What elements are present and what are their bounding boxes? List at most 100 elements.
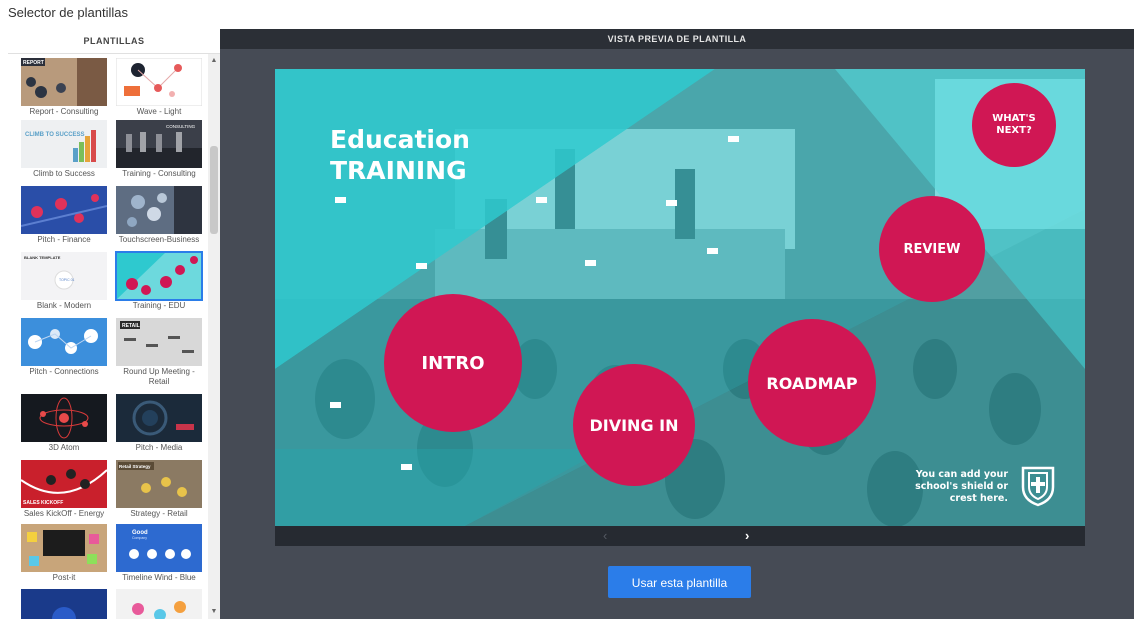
template-label: Round Up Meeting - Retail <box>123 367 195 386</box>
shield-icon <box>1021 466 1055 507</box>
template-thumbnail: SALES KICKOFF <box>21 460 107 508</box>
template-thumbnail: CONSULTING <box>116 120 202 168</box>
thumb-text: Company <box>132 536 147 540</box>
template-thumbnail: REPORT <box>21 58 107 106</box>
next-slide-icon[interactable]: › <box>745 528 749 544</box>
template-label: Training - Consulting <box>122 169 196 178</box>
template-thumbnail: BLANK TEMPLATE TOPIC 01 <box>21 252 107 300</box>
template-thumbnail <box>116 589 202 619</box>
template-label: Sales KickOff - Energy <box>23 509 105 518</box>
scrollbar-thumb[interactable] <box>210 146 218 234</box>
window-title: Selector de plantillas <box>8 5 128 20</box>
thumb-text: CONSULTING <box>166 124 196 129</box>
slide-marker <box>416 263 427 269</box>
shield-caption-line1: You can add your <box>915 469 1008 480</box>
template-timeline-wind-blue[interactable]: Good Company Timeline Wind - Blue <box>116 524 202 583</box>
template-strategy-retail[interactable]: Retail Strategy Strategy - Retail <box>116 460 202 519</box>
slide-title-line2: TRAINING <box>330 156 467 185</box>
template-partial-1[interactable] <box>21 589 107 619</box>
slide-title-line1: Education <box>330 125 470 154</box>
template-round-up-meeting-retail[interactable]: RETAIL Round Up Meeting - Retail <box>116 318 202 387</box>
slide-preview: Education TRAINING INTRO DIVING IN ROADM… <box>275 69 1085 526</box>
template-training-edu[interactable]: Training - EDU <box>115 251 203 311</box>
slide-marker <box>666 200 677 206</box>
whats-next-line1: WHAT'S <box>992 113 1036 124</box>
preview-header: VISTA PREVIA DE PLANTILLA <box>220 29 1134 49</box>
template-thumbnail <box>21 186 107 234</box>
template-touchscreen-business[interactable]: Touchscreen-Business <box>116 186 202 245</box>
shield-caption: You can add your school's shield or cres… <box>895 469 1008 505</box>
template-post-it[interactable]: Post-it <box>21 524 107 583</box>
templates-scrollbar[interactable]: ▲ ▼ <box>208 54 220 619</box>
template-label: Blank - Modern <box>36 301 92 310</box>
thumb-text: REPORT <box>23 60 44 66</box>
shield-caption-line3: crest here. <box>949 493 1008 504</box>
template-pitch-finance[interactable]: Pitch - Finance <box>21 186 107 245</box>
slide-marker <box>728 136 739 142</box>
slide-marker <box>401 464 412 470</box>
template-thumbnail <box>21 318 107 366</box>
template-sales-kickoff-energy[interactable]: SALES KICKOFF Sales KickOff - Energy <box>21 460 107 519</box>
template-thumbnail <box>116 186 202 234</box>
template-partial-2[interactable] <box>116 589 202 619</box>
circle-whats-next[interactable]: WHAT'S NEXT? <box>972 83 1056 167</box>
slide-marker <box>585 260 596 266</box>
circle-roadmap[interactable]: ROADMAP <box>748 319 876 447</box>
template-pitch-connections[interactable]: Pitch - Connections <box>21 318 107 377</box>
thumb-text: SALES KICKOFF <box>23 500 63 506</box>
template-label: 3D Atom <box>48 443 80 452</box>
template-label: Training - EDU <box>132 301 186 310</box>
template-thumbnail: Retail Strategy <box>116 460 202 508</box>
circle-diving-in[interactable]: DIVING IN <box>573 364 695 486</box>
scroll-up-icon[interactable]: ▲ <box>208 54 220 68</box>
template-label: Strategy - Retail <box>130 509 188 518</box>
previous-slide-icon[interactable]: ‹ <box>603 528 607 544</box>
template-blank-modern[interactable]: BLANK TEMPLATE TOPIC 01 Blank - Modern <box>21 252 107 311</box>
circle-review[interactable]: REVIEW <box>879 196 985 302</box>
template-label: Report - Consulting <box>29 107 99 116</box>
slide-marker <box>707 248 718 254</box>
template-pitch-media[interactable]: Pitch - Media <box>116 394 202 453</box>
slide-title: Education TRAINING <box>330 124 470 186</box>
template-label: Pitch - Finance <box>37 235 91 244</box>
shield-caption-line2: school's shield or <box>915 481 1008 492</box>
thumb-text: Retail Strategy <box>119 464 151 469</box>
template-label: Climb to Success <box>33 169 95 178</box>
circle-intro[interactable]: INTRO <box>384 294 522 432</box>
template-climb-to-success[interactable]: CLIMB TO SUCCESS Climb to Success <box>21 120 107 179</box>
template-label: Pitch - Connections <box>29 367 99 376</box>
scroll-down-icon[interactable]: ▼ <box>208 605 220 619</box>
thumb-text: BLANK TEMPLATE <box>24 255 61 260</box>
whats-next-line2: NEXT? <box>996 125 1032 136</box>
preview-panel: VISTA PREVIA DE PLANTILLA Education TRAI… <box>220 29 1134 619</box>
thumb-text: CLIMB TO SUCCESS <box>25 132 85 138</box>
use-template-button[interactable]: Usar esta plantilla <box>608 566 751 598</box>
template-label: Post-it <box>52 573 76 582</box>
template-thumbnail <box>116 394 202 442</box>
slide-marker <box>330 402 341 408</box>
templates-panel: PLANTILLAS REPORT Report - Consulting Wa… <box>8 29 221 619</box>
template-thumbnail: Good Company <box>116 524 202 572</box>
template-label: Pitch - Media <box>135 443 183 452</box>
template-thumbnail: RETAIL <box>116 318 202 366</box>
thumb-text: RETAIL <box>122 323 140 329</box>
template-thumbnail: CLIMB TO SUCCESS <box>21 120 107 168</box>
slide-navigation: ‹ › <box>275 526 1085 546</box>
template-wave-light[interactable]: Wave - Light <box>116 58 202 117</box>
template-training-consulting[interactable]: CONSULTING Training - Consulting <box>116 120 202 179</box>
template-thumbnail <box>21 589 107 619</box>
template-label: Wave - Light <box>136 107 182 116</box>
slide-marker <box>536 197 547 203</box>
thumb-text: TOPIC 01 <box>59 278 75 282</box>
templates-header: PLANTILLAS <box>8 29 220 54</box>
slide-marker <box>335 197 346 203</box>
template-thumbnail <box>21 394 107 442</box>
templates-grid: REPORT Report - Consulting Wave - Light … <box>8 54 206 619</box>
template-3d-atom[interactable]: 3D Atom <box>21 394 107 453</box>
template-thumbnail <box>115 251 203 301</box>
template-label: Touchscreen-Business <box>118 235 200 244</box>
template-thumbnail <box>21 524 107 572</box>
template-thumbnail <box>116 58 202 106</box>
template-label: Timeline Wind - Blue <box>122 573 196 582</box>
template-report-consulting[interactable]: REPORT Report - Consulting <box>21 58 107 117</box>
